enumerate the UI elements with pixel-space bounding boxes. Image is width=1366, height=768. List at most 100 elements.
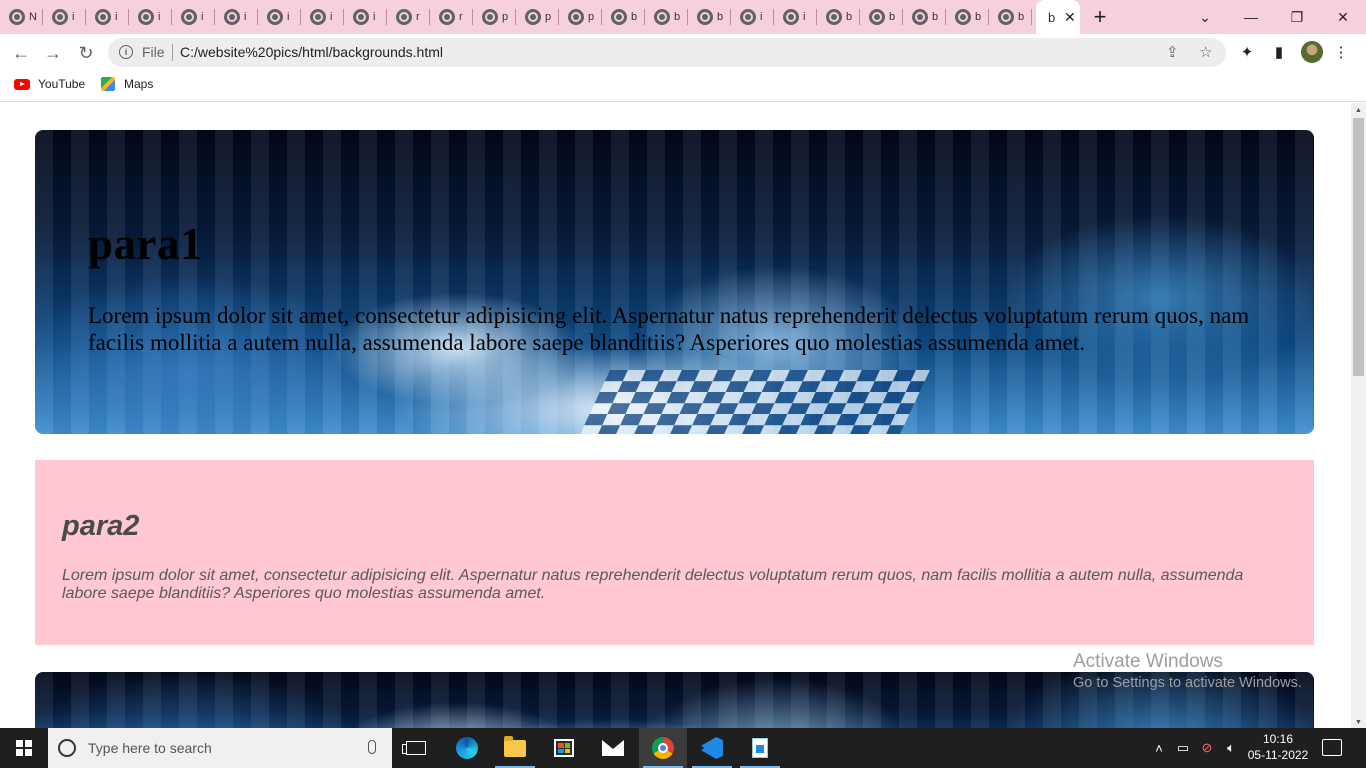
browser-tab[interactable]: b xyxy=(946,0,989,34)
browser-tab[interactable]: i xyxy=(215,0,258,34)
browser-tab[interactable]: p xyxy=(473,0,516,34)
browser-tab[interactable]: i xyxy=(344,0,387,34)
battery-icon[interactable]: ▭ xyxy=(1172,728,1194,768)
back-button[interactable]: ← xyxy=(9,41,33,65)
browser-tab[interactable]: i xyxy=(86,0,129,34)
tab-title: i xyxy=(158,11,161,23)
tab-favicon-icon xyxy=(353,9,369,25)
tab-title: p xyxy=(588,11,595,23)
tab-title: i xyxy=(115,11,118,23)
tab-title: b xyxy=(932,11,939,23)
tab-favicon-icon xyxy=(654,9,670,25)
browser-tab[interactable]: b xyxy=(817,0,860,34)
tab-favicon-icon xyxy=(611,9,627,25)
tab-favicon-icon xyxy=(9,9,25,25)
forward-button[interactable]: → xyxy=(41,41,65,65)
browser-tab[interactable]: b xyxy=(903,0,946,34)
tab-favicon-icon xyxy=(912,9,928,25)
browser-tab[interactable]: r xyxy=(430,0,473,34)
site-info-icon[interactable]: i xyxy=(119,45,133,59)
vscode-button[interactable] xyxy=(688,728,736,768)
close-tab-icon[interactable]: ✕ xyxy=(1064,9,1076,26)
microphone-icon[interactable] xyxy=(368,740,376,754)
browser-toolbar: ← → ↻ i File C:/website%20pics/html/back… xyxy=(0,34,1366,71)
youtube-icon xyxy=(14,78,30,90)
browser-tab[interactable]: b xyxy=(602,0,645,34)
tab-strip: Ni i i i i i i i r r p p p b b b i i b b b b b b ✕ + xyxy=(0,0,1366,34)
taskbar-clock[interactable]: 10:16 05-11-2022 xyxy=(1240,731,1316,763)
tab-favicon-icon xyxy=(955,9,971,25)
bookmark-youtube[interactable]: YouTube xyxy=(14,77,85,91)
close-window-button[interactable]: ✕ xyxy=(1320,0,1366,34)
menu-icon[interactable]: ⋮ xyxy=(1331,42,1351,62)
share-icon[interactable]: ⇪ xyxy=(1166,43,1179,61)
tab-favicon-icon xyxy=(568,9,584,25)
network-icon[interactable]: ⊘ xyxy=(1196,728,1218,768)
tab-title: p xyxy=(545,11,552,23)
scroll-down-icon[interactable]: ▼ xyxy=(1355,719,1362,726)
page-scrollbar[interactable]: ▲ ▼ xyxy=(1351,103,1366,728)
file-explorer-icon xyxy=(504,735,526,757)
cortana-icon xyxy=(58,739,76,757)
mail-button[interactable] xyxy=(589,728,637,768)
browser-tab[interactable]: p xyxy=(559,0,602,34)
browser-tab[interactable]: b xyxy=(989,0,1032,34)
browser-tab[interactable]: i xyxy=(731,0,774,34)
browser-tab[interactable]: N xyxy=(0,0,43,34)
restore-button[interactable]: ❐ xyxy=(1274,0,1320,34)
new-tab-button[interactable]: + xyxy=(1080,0,1120,34)
browser-tab[interactable]: i xyxy=(129,0,172,34)
profile-avatar[interactable] xyxy=(1301,41,1323,63)
bookmark-maps[interactable]: Maps xyxy=(101,77,153,91)
start-button[interactable] xyxy=(0,728,48,768)
show-hidden-icons-icon[interactable]: ˄ xyxy=(1148,728,1170,768)
para1-heading: para1 xyxy=(88,219,203,269)
clock-date: 05-11-2022 xyxy=(1247,748,1309,762)
extensions-icon[interactable]: ✦ xyxy=(1237,42,1257,62)
bookmark-star-icon[interactable]: ☆ xyxy=(1199,43,1212,61)
browser-tab[interactable]: i xyxy=(301,0,344,34)
file-explorer-button[interactable] xyxy=(491,728,539,768)
store-button[interactable] xyxy=(540,728,588,768)
address-bar[interactable]: i File C:/website%20pics/html/background… xyxy=(108,38,1226,67)
browser-tab[interactable]: b xyxy=(860,0,903,34)
tab-favicon-icon xyxy=(869,9,885,25)
notification-icon[interactable] xyxy=(1322,739,1342,756)
edge-button[interactable] xyxy=(443,728,491,768)
browser-tab[interactable]: b xyxy=(688,0,731,34)
tab-title: i xyxy=(72,11,75,23)
taskbar-search-box[interactable]: Type here to search xyxy=(48,728,392,768)
side-panel-icon[interactable]: ▮ xyxy=(1269,42,1289,62)
maps-icon xyxy=(101,77,115,91)
tab-title: r xyxy=(416,11,420,23)
browser-tab[interactable]: i xyxy=(172,0,215,34)
task-view-button[interactable] xyxy=(392,728,440,768)
paint-button[interactable] xyxy=(736,728,784,768)
url-text[interactable]: C:/website%20pics/html/backgrounds.html xyxy=(180,44,443,60)
tab-favicon-icon xyxy=(181,9,197,25)
para1-section xyxy=(35,130,1314,434)
minimize-button[interactable]: — xyxy=(1228,0,1274,34)
chrome-icon xyxy=(652,737,674,759)
scrollbar-thumb[interactable] xyxy=(1353,118,1364,376)
tab-search-dropdown-icon[interactable]: ⌄ xyxy=(1182,0,1228,34)
scroll-up-icon[interactable]: ▲ xyxy=(1355,107,1362,114)
reload-button[interactable]: ↻ xyxy=(74,41,98,65)
browser-tab[interactable]: i xyxy=(43,0,86,34)
browser-tab[interactable]: p xyxy=(516,0,559,34)
tab-title: i xyxy=(287,11,290,23)
browser-tab[interactable]: r xyxy=(387,0,430,34)
tab-title: b xyxy=(717,11,724,23)
tab-favicon-icon xyxy=(525,9,541,25)
browser-tab[interactable]: i xyxy=(258,0,301,34)
tab-title: p xyxy=(502,11,509,23)
browser-tab[interactable]: b xyxy=(645,0,688,34)
background-image-pattern xyxy=(580,370,930,434)
browser-tab[interactable]: i xyxy=(774,0,817,34)
tab-favicon-icon xyxy=(310,9,326,25)
tab-favicon-icon xyxy=(998,9,1014,25)
volume-icon[interactable]: 🔈︎ xyxy=(1220,728,1242,768)
chrome-button[interactable] xyxy=(639,728,687,768)
tab-title: b xyxy=(846,11,853,23)
active-browser-tab[interactable]: b ✕ xyxy=(1036,0,1080,34)
